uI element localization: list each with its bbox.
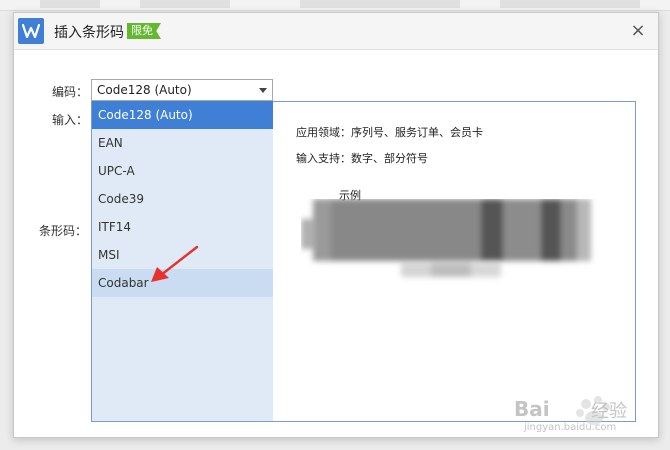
dropdown-option-code128-auto[interactable]: Code128 (Auto) <box>92 101 273 129</box>
dialog-title: 插入条形码 <box>54 25 124 41</box>
watermark-brand: Bai <box>514 397 550 421</box>
dropdown-option-itf14[interactable]: ITF14 <box>92 213 273 241</box>
dropdown-option-upc-a[interactable]: UPC-A <box>92 157 273 185</box>
encoding-select[interactable]: Code128 (Auto) <box>91 79 273 101</box>
encoding-label: 编码： <box>52 85 89 99</box>
background-toolbar-item <box>140 0 230 8</box>
input-label: 输入： <box>52 113 89 127</box>
input-support-text: 输入支持：数字、部分符号 <box>296 152 428 165</box>
dialog-titlebar: 插入条形码 限免 × <box>14 13 658 50</box>
background-toolbar-item <box>40 0 100 8</box>
watermark-url: jingyan.baidu.com <box>524 422 617 433</box>
background-toolbar-item <box>500 0 640 8</box>
watermark-brand-suffix: 经验 <box>591 401 627 422</box>
dropdown-option-code39[interactable]: Code39 <box>92 185 273 213</box>
chevron-down-icon[interactable] <box>259 88 267 93</box>
insert-barcode-dialog: 插入条形码 限免 × 编码： Code128 (Auto) 输入： 条形码： C… <box>13 12 659 438</box>
close-icon[interactable]: × <box>628 21 648 41</box>
application-field-text: 应用领域：序列号、服务订单、会员卡 <box>296 126 483 139</box>
wps-w-logo-icon <box>18 18 44 44</box>
background-toolbar-strip <box>0 0 670 11</box>
dropdown-option-ean[interactable]: EAN <box>92 129 273 157</box>
red-arrow-icon <box>151 245 199 282</box>
encoding-select-value: Code128 (Auto) <box>97 83 192 97</box>
free-badge: 限免 <box>127 23 161 39</box>
barcode-example-image <box>301 199 591 277</box>
barcode-label: 条形码： <box>39 224 88 238</box>
background-toolbar-item <box>300 0 460 8</box>
